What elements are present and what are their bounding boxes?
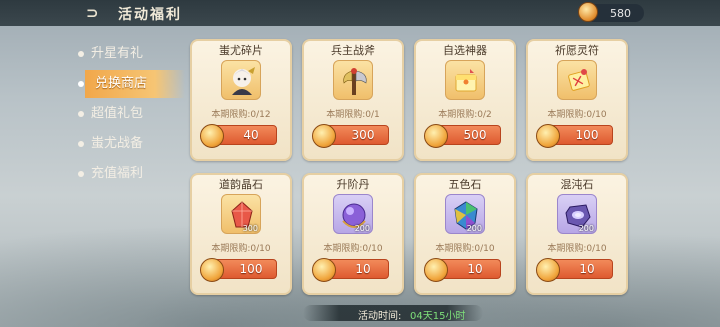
bullet-icon bbox=[78, 111, 84, 117]
purchase-limit: 本期限购:0/10 bbox=[547, 110, 607, 120]
sidebar: 升星有礼 兑换商店 超值礼包 蚩尤战备 充值福利 bbox=[75, 40, 185, 190]
shop-card[interactable]: 五色石 200 本期限购:0/10 10 bbox=[414, 173, 516, 295]
price: 100 bbox=[575, 128, 599, 142]
price: 10 bbox=[579, 262, 595, 276]
shop-card[interactable]: 道韵晶石 300 本期限购:0/10 100 bbox=[190, 173, 292, 295]
buy-button[interactable]: 100 bbox=[536, 124, 613, 148]
item-quantity: 200 bbox=[578, 224, 594, 233]
coin-icon bbox=[312, 124, 336, 148]
sidebar-item-label: 蚩尤战备 bbox=[91, 136, 144, 151]
coin-icon bbox=[424, 124, 448, 148]
shop-card[interactable]: 混沌石 200 本期限购:0/10 10 bbox=[526, 173, 628, 295]
item-name: 自选神器 bbox=[443, 44, 487, 57]
item-name: 五色石 bbox=[448, 178, 482, 191]
event-time-label: 活动时间: bbox=[358, 311, 402, 322]
coin-icon bbox=[424, 258, 448, 282]
coin-icon bbox=[536, 258, 560, 282]
sidebar-item-chiyou-prep[interactable]: 蚩尤战备 bbox=[75, 130, 185, 158]
item-name: 升阶丹 bbox=[336, 178, 370, 191]
coin-icon bbox=[578, 2, 598, 22]
page-title: 活动福利 bbox=[118, 7, 182, 23]
sidebar-item-label: 升星有礼 bbox=[91, 46, 144, 61]
purchase-limit: 本期限购:0/10 bbox=[547, 244, 607, 254]
bullet-icon bbox=[78, 171, 84, 177]
sidebar-item-star-up[interactable]: 升星有礼 bbox=[75, 40, 185, 68]
sidebar-item-value-pack[interactable]: 超值礼包 bbox=[75, 100, 185, 128]
item-slot[interactable] bbox=[221, 60, 261, 100]
artifact-chest-icon bbox=[455, 69, 477, 92]
item-slot[interactable]: 200 bbox=[557, 194, 597, 234]
price: 100 bbox=[239, 262, 263, 276]
purchase-limit: 本期限购:0/1 bbox=[326, 110, 380, 120]
buy-button[interactable]: 10 bbox=[424, 258, 501, 282]
coin-icon bbox=[312, 258, 336, 282]
price: 300 bbox=[351, 128, 375, 142]
buy-button[interactable]: 300 bbox=[312, 124, 389, 148]
item-quantity: 200 bbox=[354, 224, 370, 233]
bullet-icon bbox=[78, 51, 84, 57]
item-name: 道韵晶石 bbox=[219, 178, 263, 191]
item-name: 混沌石 bbox=[560, 178, 594, 191]
price: 500 bbox=[463, 128, 487, 142]
sidebar-item-exchange-shop[interactable]: 兑换商店 bbox=[78, 70, 185, 98]
bullet-icon bbox=[78, 81, 84, 87]
talisman-icon bbox=[568, 69, 590, 91]
buy-button[interactable]: 40 bbox=[200, 124, 277, 148]
currency-amount: 580 bbox=[610, 7, 631, 20]
price: 10 bbox=[355, 262, 371, 276]
buy-button[interactable]: 10 bbox=[312, 258, 389, 282]
coin-icon bbox=[200, 258, 224, 282]
sidebar-item-recharge[interactable]: 充值福利 bbox=[75, 160, 185, 188]
shop-card[interactable]: 祈愿灵符 本期限购:0/10 100 bbox=[526, 39, 628, 161]
back-icon[interactable]: ⊃ bbox=[86, 5, 106, 21]
item-slot[interactable] bbox=[333, 60, 373, 100]
coin-icon bbox=[200, 124, 224, 148]
item-name: 兵主战斧 bbox=[331, 44, 375, 57]
sidebar-item-label: 超值礼包 bbox=[91, 106, 144, 121]
item-quantity: 200 bbox=[466, 224, 482, 233]
sidebar-item-label: 充值福利 bbox=[91, 166, 144, 181]
event-time-value: 04天15小时 bbox=[410, 311, 466, 322]
item-slot[interactable] bbox=[445, 60, 485, 100]
shop-card[interactable]: 兵主战斧 本期限购:0/1 300 bbox=[302, 39, 404, 161]
shop-card[interactable]: 蚩尤碎片 本期限购:0/12 40 bbox=[190, 39, 292, 161]
item-name: 祈愿灵符 bbox=[555, 44, 599, 57]
purchase-limit: 本期限购:0/10 bbox=[435, 244, 495, 254]
item-slot[interactable]: 200 bbox=[445, 194, 485, 234]
coin-icon bbox=[536, 124, 560, 148]
shop-card[interactable]: 升阶丹 200 本期限购:0/10 10 bbox=[302, 173, 404, 295]
price: 40 bbox=[243, 128, 259, 142]
buy-button[interactable]: 100 bbox=[200, 258, 277, 282]
item-slot[interactable] bbox=[557, 60, 597, 100]
character-portrait-icon bbox=[232, 67, 255, 95]
item-name: 蚩尤碎片 bbox=[219, 44, 263, 57]
sidebar-item-label: 兑换商店 bbox=[95, 76, 148, 91]
battle-axe-icon bbox=[343, 68, 367, 95]
purchase-limit: 本期限购:0/10 bbox=[211, 244, 271, 254]
item-slot[interactable]: 200 bbox=[333, 194, 373, 234]
item-quantity: 300 bbox=[242, 224, 258, 233]
buy-button[interactable]: 500 bbox=[424, 124, 501, 148]
price: 10 bbox=[467, 262, 483, 276]
shop-card[interactable]: 自选神器 本期限购:0/2 500 bbox=[414, 39, 516, 161]
purchase-limit: 本期限购:0/2 bbox=[438, 110, 492, 120]
buy-button[interactable]: 10 bbox=[536, 258, 613, 282]
bullet-icon bbox=[78, 141, 84, 147]
purchase-limit: 本期限购:0/12 bbox=[211, 110, 271, 120]
purchase-limit: 本期限购:0/10 bbox=[323, 244, 383, 254]
item-slot[interactable]: 300 bbox=[221, 194, 261, 234]
